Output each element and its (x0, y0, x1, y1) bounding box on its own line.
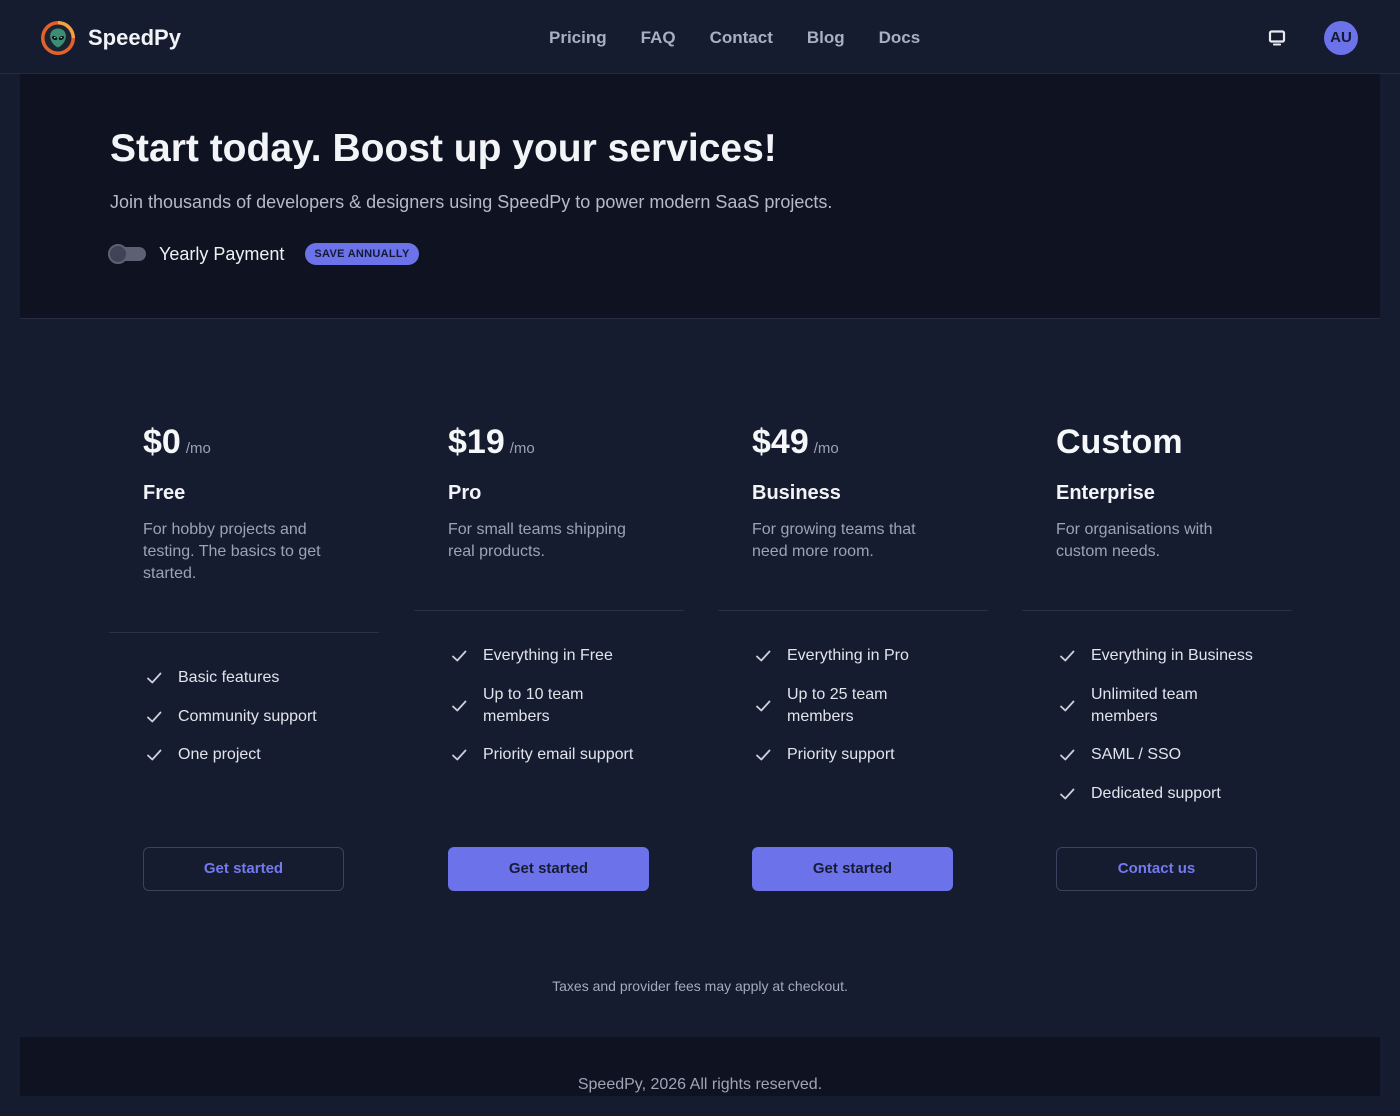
feature-item: SAML / SSO (1056, 744, 1258, 766)
plan-card-pro: $19 /mo Pro For small teams shipping rea… (414, 422, 684, 891)
hero-subtitle: Join thousands of developers & designers… (110, 192, 833, 212)
plan-card-business: $49 /mo Business For growing teams that … (718, 422, 988, 891)
check-icon (756, 749, 771, 761)
top-navbar: SpeedPy Pricing FAQ Contact Blog Docs AU (0, 0, 1400, 74)
brand-home-link[interactable]: SpeedPy (40, 20, 181, 56)
check-icon (452, 700, 467, 711)
feature-item: Priority support (752, 744, 954, 766)
feature-item: Everything in Pro (752, 645, 954, 667)
brand-name: SpeedPy (88, 25, 181, 50)
feature-text: Basic features (178, 669, 280, 686)
plan-card-free: $0 /mo Free For hobby projects and testi… (109, 422, 379, 891)
feature-item: Unlimited team members (1056, 684, 1258, 728)
feature-list: Everything in Business Unlimited team me… (1022, 611, 1292, 805)
plan-name: Enterprise (1056, 482, 1155, 504)
main-nav: Pricing FAQ Contact Blog Docs (549, 27, 920, 49)
plan-header: $19 /mo Pro For small teams shipping rea… (414, 422, 684, 611)
price-row: Custom (1056, 422, 1258, 462)
pricing-grid: $0 /mo Free For hobby projects and testi… (0, 422, 1400, 891)
plan-price: $19 (448, 423, 505, 461)
user-avatar[interactable]: AU (1324, 21, 1358, 55)
feature-item: Dedicated support (1056, 783, 1258, 805)
get-started-pro-button[interactable]: Get started (448, 847, 649, 891)
plan-header: Custom Enterprise For organisations with… (1022, 422, 1292, 611)
price-row: $49 /mo (752, 422, 954, 462)
plan-price: Custom (1056, 423, 1183, 461)
feature-text: Priority support (787, 746, 895, 763)
plan-period: /mo (813, 440, 839, 457)
feature-list: Everything in Pro Up to 25 team members … (718, 611, 988, 766)
check-icon (147, 711, 162, 722)
page-title: Start today. Boost up your services! (110, 127, 777, 170)
feature-text: Unlimited team members (1091, 685, 1198, 725)
feature-text: Everything in Free (483, 647, 613, 664)
pricing-footnote: Taxes and provider fees may apply at che… (552, 978, 848, 994)
feature-text: Up to 10 team members (483, 685, 584, 725)
plan-description: For hobby projects and testing. The basi… (143, 521, 321, 582)
check-icon (452, 650, 467, 662)
feature-item: Community support (143, 706, 345, 728)
save-annually-badge: SAVE ANNUALLY (305, 243, 419, 265)
plan-header: $0 /mo Free For hobby projects and testi… (109, 422, 379, 633)
feature-item: Up to 10 team members (448, 684, 650, 728)
feature-text: Community support (178, 707, 317, 725)
feature-list: Basic features Community support One pro… (109, 633, 379, 766)
check-icon (1060, 650, 1075, 662)
feature-item: Basic features (143, 667, 345, 689)
feature-text: SAML / SSO (1091, 746, 1182, 763)
alien-logo-icon (41, 21, 75, 55)
nav-link-faq[interactable]: FAQ (641, 27, 676, 49)
feature-item: Up to 25 team members (752, 684, 954, 728)
feature-item: One project (143, 744, 345, 766)
feature-text: Dedicated support (1091, 784, 1221, 802)
feature-text: Everything in Business (1091, 647, 1253, 664)
theme-switch-button[interactable] (1268, 29, 1286, 47)
plan-price: $0 (143, 423, 181, 461)
hero-section: Start today. Boost up your services! Joi… (20, 74, 1380, 319)
billing-toggle-row: Yearly Payment SAVE ANNUALLY (108, 242, 419, 266)
price-row: $19 /mo (448, 422, 650, 462)
billing-toggle-label[interactable]: Yearly Payment (159, 242, 284, 266)
check-icon (756, 650, 771, 662)
get-started-free-button[interactable]: Get started (143, 847, 344, 891)
contact-us-button[interactable]: Contact us (1056, 847, 1257, 891)
get-started-business-button[interactable]: Get started (752, 847, 953, 891)
nav-link-pricing[interactable]: Pricing (549, 27, 607, 49)
feature-item: Priority email support (448, 744, 650, 766)
plan-description: For organisations with custom needs. (1056, 521, 1213, 560)
feature-text: Up to 25 team members (787, 685, 888, 725)
plan-period: /mo (185, 440, 211, 457)
site-footer: SpeedPy, 2026 All rights reserved. (20, 1037, 1380, 1096)
feature-item: Everything in Business (1056, 645, 1258, 667)
feature-list: Everything in Free Up to 10 team members… (414, 611, 684, 766)
feature-text: Priority email support (483, 746, 634, 763)
check-icon (1060, 700, 1075, 711)
toggle-knob (108, 244, 128, 264)
plan-name: Business (752, 482, 841, 504)
monitor-icon (1268, 30, 1286, 46)
check-icon (147, 672, 162, 684)
nav-link-contact[interactable]: Contact (710, 27, 773, 49)
feature-item: Everything in Free (448, 645, 650, 667)
check-icon (147, 749, 162, 761)
plan-name: Free (143, 482, 186, 504)
plan-price: $49 (752, 423, 809, 461)
feature-text: One project (178, 746, 261, 763)
plan-card-enterprise: Custom Enterprise For organisations with… (1022, 422, 1292, 891)
check-icon (1060, 788, 1075, 799)
nav-link-blog[interactable]: Blog (807, 27, 845, 49)
plan-header: $49 /mo Business For growing teams that … (718, 422, 988, 611)
check-icon (1060, 749, 1075, 761)
price-row: $0 /mo (143, 422, 345, 462)
plan-name: Pro (448, 482, 482, 504)
check-icon (756, 700, 771, 711)
copyright-text: SpeedPy, 2026 All rights reserved. (577, 1076, 823, 1093)
check-icon (452, 749, 467, 761)
feature-text: Everything in Pro (787, 647, 909, 664)
plan-description: For small teams shipping real products. (448, 521, 626, 560)
plan-period: /mo (509, 440, 535, 457)
nav-link-docs[interactable]: Docs (879, 27, 921, 49)
plan-description: For growing teams that need more room. (752, 521, 916, 560)
billing-toggle[interactable] (108, 244, 146, 264)
